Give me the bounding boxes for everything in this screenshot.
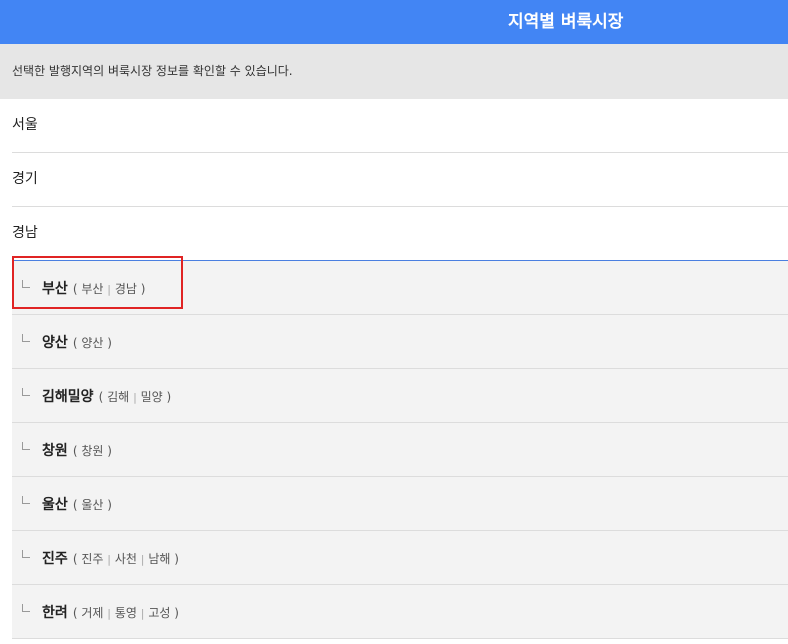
branch-icon (22, 388, 30, 396)
subregion-areas: ( 양산 ) (72, 336, 112, 350)
subregion-name: 김해밀양 (42, 389, 94, 405)
subregion-name: 부산 (42, 281, 68, 297)
branch-icon (22, 442, 30, 450)
notice-text: 선택한 발행지역의 벼룩시장 정보를 확인할 수 있습니다. (12, 64, 293, 78)
notice-bar: 선택한 발행지역의 벼룩시장 정보를 확인할 수 있습니다. (0, 44, 788, 99)
region-label: 경남 (12, 225, 38, 241)
region-item-gyeonggi[interactable]: 경기 (12, 153, 788, 207)
subregion-name: 진주 (42, 551, 68, 567)
subregion-item-gimhae-miryang[interactable]: 김해밀양 ( 김해 | 밀양 ) (12, 369, 788, 423)
page-title: 지역별 벼룩시장 (508, 12, 624, 32)
subregion-areas: ( 거제 | 통영 | 고성 ) (72, 606, 179, 620)
subregion-areas: ( 부산 | 경남 ) (72, 282, 146, 296)
subregion-name: 양산 (42, 335, 68, 351)
subregion-item-jinju[interactable]: 진주 ( 진주 | 사천 | 남해 ) (12, 531, 788, 585)
subregion-item-changwon[interactable]: 창원 ( 창원 ) (12, 423, 788, 477)
branch-icon (22, 496, 30, 504)
subregion-item-hallyeo[interactable]: 한려 ( 거제 | 통영 | 고성 ) (12, 585, 788, 639)
subregion-item-yangsan[interactable]: 양산 ( 양산 ) (12, 315, 788, 369)
subregion-name: 창원 (42, 443, 68, 459)
subregion-item-busan[interactable]: 부산 ( 부산 | 경남 ) (12, 261, 788, 315)
branch-icon (22, 604, 30, 612)
subregion-name: 한려 (42, 605, 68, 621)
subregion-areas: ( 창원 ) (72, 444, 112, 458)
subregion-item-ulsan[interactable]: 울산 ( 울산 ) (12, 477, 788, 531)
subregion-areas: ( 김해 | 밀양 ) (98, 390, 172, 404)
region-label: 서울 (12, 117, 38, 133)
subregion-areas: ( 진주 | 사천 | 남해 ) (72, 552, 179, 566)
branch-icon (22, 280, 30, 288)
region-item-seoul[interactable]: 서울 (12, 99, 788, 153)
subregion-name: 울산 (42, 497, 68, 513)
subregion-areas: ( 울산 ) (72, 498, 112, 512)
branch-icon (22, 334, 30, 342)
region-item-gyeongnam[interactable]: 경남 (12, 207, 788, 261)
region-label: 경기 (12, 171, 38, 187)
branch-icon (22, 550, 30, 558)
page-header: 지역별 벼룩시장 (0, 0, 788, 44)
